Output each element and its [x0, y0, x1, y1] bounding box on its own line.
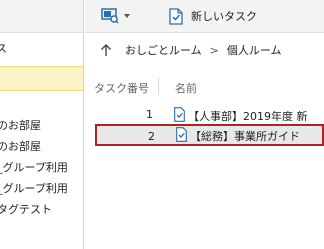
- new-task-label: 新しいタスク: [191, 10, 257, 23]
- left-pane: ス のお部屋 のお部屋 _グループ利用 _グループ利用 タグテスト: [0, 0, 84, 249]
- left-toolbar: [0, 0, 83, 33]
- chevron-down-icon: [124, 14, 130, 18]
- breadcrumb-separator: >: [209, 43, 219, 57]
- tree-item-group-2[interactable]: _グループ利用: [0, 179, 83, 199]
- new-task-button[interactable]: 新しいタスク: [169, 5, 299, 27]
- table-row[interactable]: 1 【人事部】2019年度 新: [93, 104, 324, 126]
- task-document-icon: [174, 107, 185, 122]
- column-headers: タスク番号 名前: [85, 74, 324, 100]
- right-pane: 新しいタスク おしごとルーム > 個人ルーム タスク番号 名前 1 【人事部】2…: [85, 0, 324, 249]
- breadcrumb-item-personal-room[interactable]: 個人ルーム: [227, 42, 282, 58]
- left-pane-header-label: ス: [0, 42, 7, 55]
- tree-item-tag-test[interactable]: タグテスト: [0, 200, 83, 220]
- task-number: 2: [148, 130, 155, 143]
- arrow-up-icon[interactable]: [99, 43, 113, 57]
- task-name: 【人事部】2019年度 新: [188, 110, 308, 123]
- task-document-icon: [176, 127, 187, 142]
- breadcrumb-item-work-room[interactable]: おしごとルーム: [125, 42, 202, 58]
- view-switch-icon: [101, 8, 119, 24]
- left-selected-row[interactable]: [0, 66, 83, 91]
- column-divider[interactable]: [158, 77, 159, 95]
- task-number: 1: [146, 108, 153, 121]
- toolbar: 新しいタスク: [85, 0, 324, 33]
- new-document-icon: [169, 7, 183, 25]
- tree-item-room-1[interactable]: のお部屋: [0, 116, 83, 136]
- tree-item-room-2[interactable]: のお部屋: [0, 137, 83, 157]
- breadcrumb: おしごとルーム > 個人ルーム: [85, 34, 324, 66]
- left-pane-header: ス: [0, 33, 83, 65]
- view-switch-button[interactable]: [101, 5, 141, 27]
- column-header-task-number[interactable]: タスク番号: [94, 80, 149, 96]
- column-header-name[interactable]: 名前: [175, 80, 197, 96]
- tree-item-group-1[interactable]: _グループ利用: [0, 158, 83, 178]
- task-name: 【総務】事業所ガイド: [190, 130, 300, 143]
- table-row-selected[interactable]: 2 【総務】事業所ガイド: [95, 124, 324, 146]
